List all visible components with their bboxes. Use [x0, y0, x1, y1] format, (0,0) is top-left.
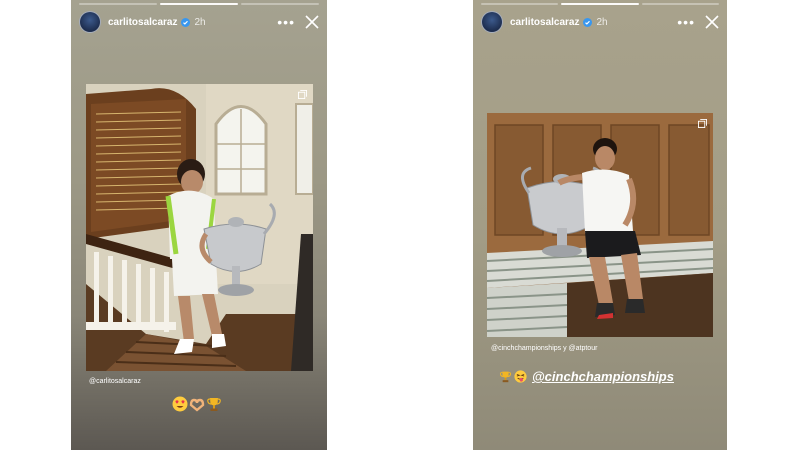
close-icon[interactable] [705, 15, 719, 29]
heart-eyes-icon [172, 396, 188, 412]
story-right[interactable]: carlitosalcaraz 2h ••• @cinchchampionshi… [473, 0, 727, 450]
mention-sticker[interactable]: @cinchchampionships [499, 369, 674, 384]
emoji-sticker [172, 396, 222, 412]
story-header: carlitosalcaraz 2h ••• [481, 10, 719, 34]
story-photo [487, 113, 713, 337]
verified-badge-icon [582, 17, 592, 27]
mention-link[interactable]: @cinchchampionships [532, 369, 674, 384]
story-photo [86, 84, 313, 371]
mention-tag[interactable]: @carlitosalcaraz [89, 378, 141, 385]
story-progress-bar [481, 3, 719, 5]
more-options-button[interactable]: ••• [277, 15, 295, 29]
avatar[interactable] [481, 11, 503, 33]
trophy-icon [499, 371, 512, 383]
heart-hands-icon [189, 398, 205, 412]
timestamp: 2h [194, 16, 206, 28]
username[interactable]: carlitosalcaraz [108, 17, 178, 28]
username[interactable]: carlitosalcaraz [510, 17, 580, 28]
winking-tongue-icon [514, 370, 527, 383]
carousel-icon [698, 119, 707, 128]
story-header: carlitosalcaraz 2h ••• [79, 10, 319, 34]
story-left[interactable]: carlitosalcaraz 2h ••• @carlitosalcaraz [71, 0, 327, 450]
story-progress-bar [79, 3, 319, 5]
carousel-icon [298, 90, 307, 99]
close-icon[interactable] [305, 15, 319, 29]
mention-tag[interactable]: @cinchchampionships y @atptour [491, 345, 597, 352]
verified-badge-icon [180, 17, 190, 27]
more-options-button[interactable]: ••• [677, 15, 695, 29]
timestamp: 2h [596, 16, 608, 28]
trophy-icon [207, 398, 221, 411]
avatar[interactable] [79, 11, 101, 33]
